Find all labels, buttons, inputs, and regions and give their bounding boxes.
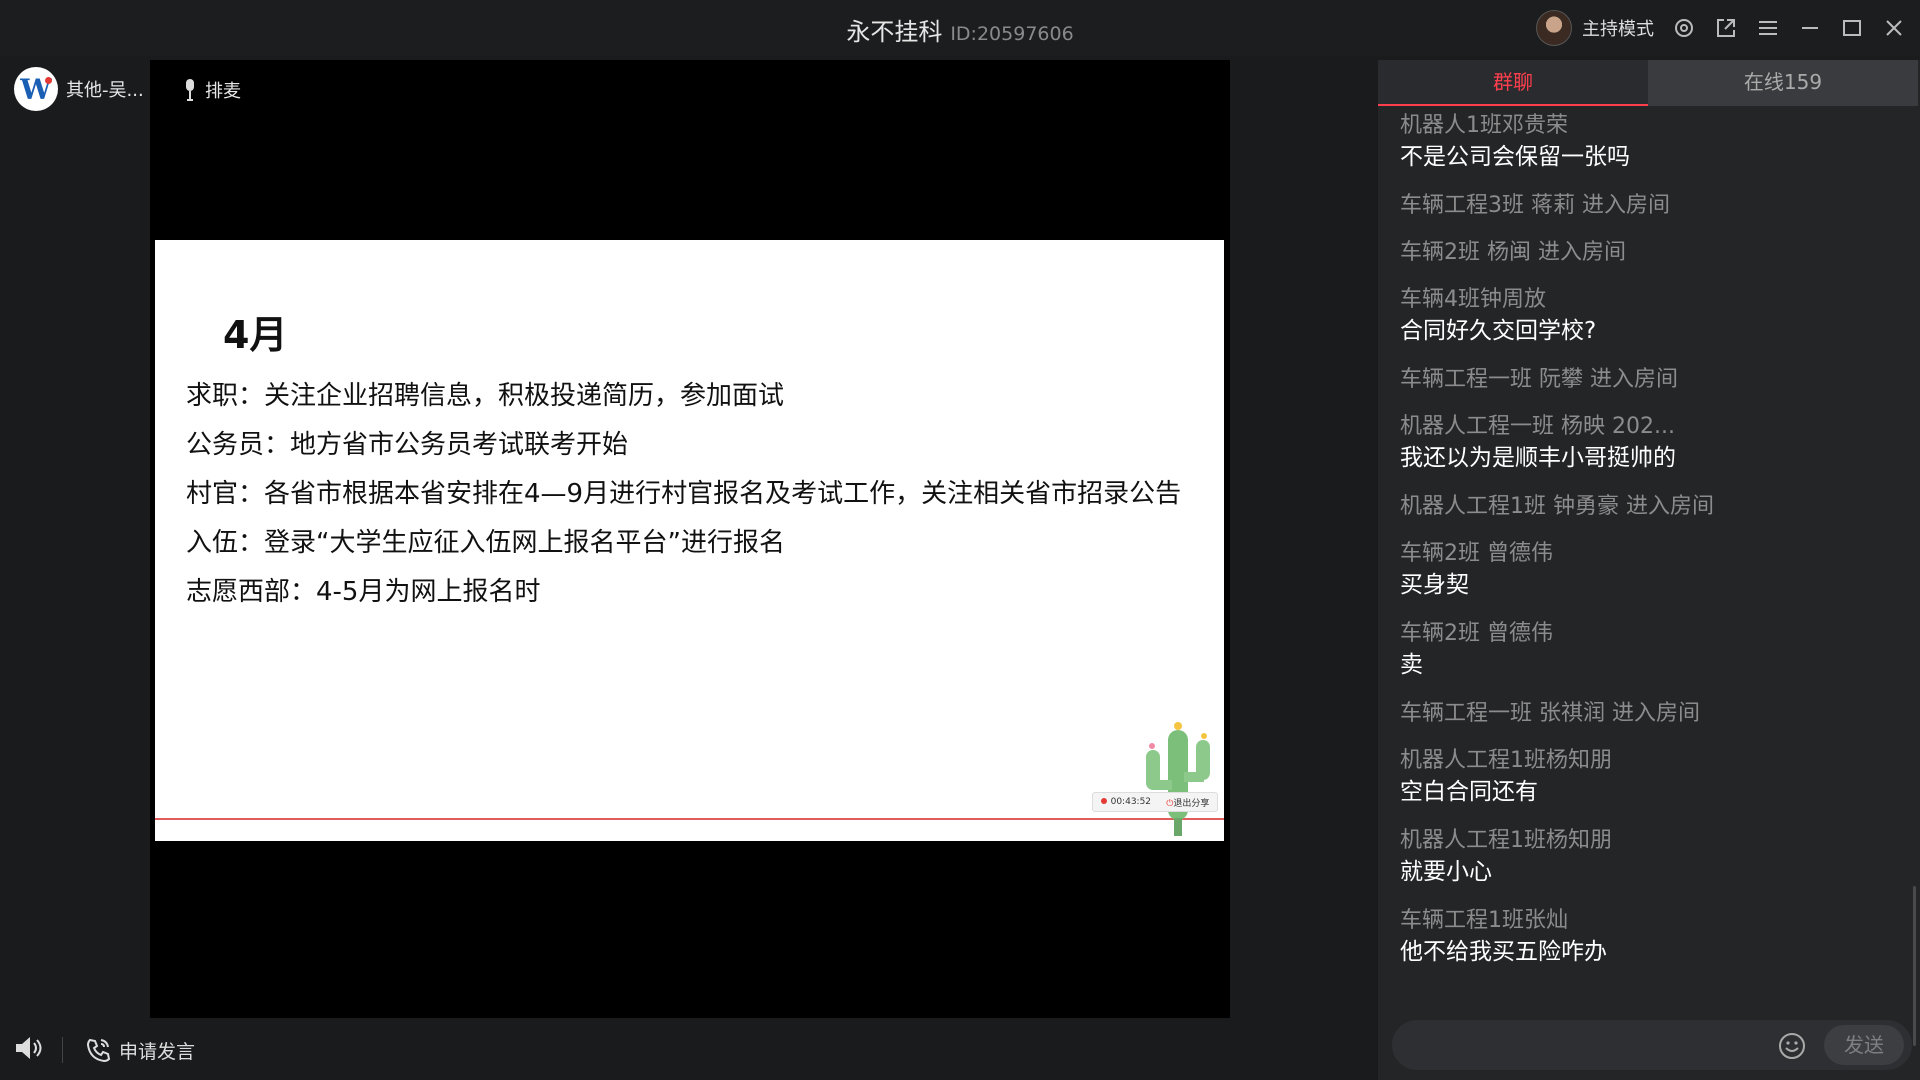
message-text: 就要小心 [1400, 859, 1492, 885]
system-message: 机器人工程1班 钟勇豪 进入房间 [1400, 491, 1900, 522]
window-controls: 主持模式 [1536, 8, 1906, 48]
sender-name: 车辆工程3班 蒋莉 进入房间 [1400, 193, 1670, 218]
slide-line: 志愿西部：4-5月为网上报名时 [186, 577, 541, 607]
queue-mic-button[interactable]: 排麦 [183, 77, 241, 103]
chat-scrollbar[interactable] [1913, 886, 1916, 1046]
chat-message: 机器人1班邓贵荣不是公司会保留一张吗 [1400, 110, 1900, 174]
chat-message: 机器人工程1班杨知朋 空白合同还有 [1400, 745, 1900, 809]
slide-line: 求职：关注企业招聘信息，积极投递简历，参加面试 [186, 381, 785, 411]
chat-message: 车辆工程1班张灿他不给我买五险咋办 [1400, 905, 1900, 969]
system-message: 车辆工程一班 张祺润 进入房间 [1400, 698, 1900, 729]
send-button[interactable]: 发送 [1824, 1025, 1904, 1065]
exit-share-button[interactable]: ⏻退出分享 [1166, 796, 1209, 809]
slide-divider [155, 818, 1224, 820]
chat-tabs: 群聊 在线159 [1378, 60, 1920, 106]
maximize-icon[interactable] [1840, 16, 1864, 40]
message-text: 他不给我买五险咋办 [1400, 939, 1607, 965]
sender-name: 车辆2班 曾德伟 [1400, 621, 1553, 646]
presenter-logo: W [14, 67, 58, 111]
sender-name: 车辆2班 曾德伟 [1400, 541, 1553, 566]
queue-mic-label: 排麦 [205, 81, 241, 102]
room-id: ID:20597606 [950, 23, 1074, 45]
recording-timer: 00:43:52 [1100, 797, 1152, 807]
chat-panel: 群聊 在线159 机器人1班邓贵荣不是公司会保留一张吗 车辆工程3班 蒋莉 进入… [1378, 60, 1920, 1080]
system-message: 车辆2班 杨闽 进入房间 [1400, 237, 1900, 268]
sender-name: 车辆2班 杨闽 进入房间 [1400, 240, 1626, 265]
host-avatar[interactable] [1536, 10, 1572, 46]
chat-message: 车辆4班钟周放合同好久交回学校? [1400, 284, 1900, 348]
minimize-icon[interactable] [1798, 16, 1822, 40]
divider [62, 1037, 63, 1063]
system-message: 车辆工程3班 蒋莉 进入房间 [1400, 190, 1900, 221]
sender-name: 机器人工程1班杨知朋 [1400, 748, 1612, 773]
slide-content: 求职：关注企业招聘信息，积极投递简历，参加面试 公务员：地方省市公务员考试联考开… [186, 372, 1196, 617]
presenter-info: W 其他-吴... [14, 66, 144, 112]
chat-message: 机器人工程一班 杨映 202... 我还以为是顺丰小哥挺帅的 [1400, 411, 1900, 475]
menu-icon[interactable] [1756, 16, 1780, 40]
room-name: 永不挂科 [846, 18, 943, 46]
message-text: 不是公司会保留一张吗 [1400, 144, 1630, 170]
message-list: 机器人1班邓贵荣不是公司会保留一张吗 车辆工程3班 蒋莉 进入房间 车辆2班 杨… [1400, 110, 1900, 1055]
slide-line: 公务员：地方省市公务员考试联考开始 [186, 430, 629, 460]
phone-icon [86, 1038, 111, 1063]
chat-message: 车辆2班 曾德伟卖 [1400, 618, 1900, 682]
bottom-controls: 申请发言 [14, 1030, 195, 1070]
message-text: 卖 [1400, 652, 1423, 678]
slide-title: 4月 [223, 313, 288, 357]
shared-slide: 4月 求职：关注企业招聘信息，积极投递简历，参加面试 公务员：地方省市公务员考试… [155, 240, 1224, 841]
message-text: 合同好久交回学校? [1400, 318, 1597, 344]
sender-name: 车辆工程1班张灿 [1400, 908, 1568, 933]
apply-speak-button[interactable]: 申请发言 [85, 1037, 195, 1064]
speaker-icon[interactable] [14, 1035, 44, 1065]
tab-online-users[interactable]: 在线159 [1648, 60, 1918, 106]
close-icon[interactable] [1882, 16, 1906, 40]
sender-name: 机器人工程1班 钟勇豪 进入房间 [1400, 494, 1714, 519]
chat-message: 车辆2班 曾德伟 买身契 [1400, 538, 1900, 602]
message-text: 买身契 [1400, 572, 1469, 598]
tab-group-chat[interactable]: 群聊 [1378, 60, 1648, 106]
recording-bar: 00:43:52 ⏻退出分享 [1092, 792, 1218, 812]
sender-name: 车辆工程一班 阮攀 进入房间 [1400, 367, 1678, 392]
record-dot-icon [1100, 798, 1107, 804]
sender-name: 机器人工程一班 杨映 202... [1400, 414, 1675, 439]
slide-line: 入伍：登录“大学生应征入伍网上报名平台”进行报名 [186, 528, 785, 558]
message-composer[interactable]: 发送 [1392, 1020, 1912, 1070]
apply-speak-label: 申请发言 [119, 1040, 196, 1063]
chat-message: 机器人工程1班杨知朋 就要小心 [1400, 825, 1900, 889]
sender-name: 机器人工程1班杨知朋 [1400, 828, 1612, 853]
sender-name: 车辆工程一班 张祺润 进入房间 [1400, 701, 1700, 726]
system-message: 车辆工程一班 阮攀 进入房间 [1400, 364, 1900, 395]
popout-icon[interactable] [1714, 16, 1738, 40]
slide-line: 村官：各省市根据本省安排在4—9月进行村官报名及考试工作，关注相关省市招录公告 [186, 479, 1182, 509]
host-mode-label[interactable]: 主持模式 [1582, 15, 1654, 41]
message-text: 我还以为是顺丰小哥挺帅的 [1400, 445, 1676, 471]
presenter-name: 其他-吴... [66, 80, 144, 101]
message-text: 空白合同还有 [1400, 779, 1538, 805]
cactus-illustration [1146, 722, 1210, 836]
mic-icon [186, 79, 194, 101]
title-bar: 永不挂科 ID:20597606 主持模式 [0, 0, 1920, 56]
settings-icon[interactable] [1672, 16, 1696, 40]
emoji-icon[interactable] [1778, 1032, 1806, 1060]
sender-name: 车辆4班钟周放 [1400, 287, 1546, 312]
record-time: 00:43:52 [1110, 797, 1152, 807]
exit-share-label: 退出分享 [1173, 798, 1210, 809]
sender-name: 机器人1班邓贵荣 [1400, 113, 1568, 138]
